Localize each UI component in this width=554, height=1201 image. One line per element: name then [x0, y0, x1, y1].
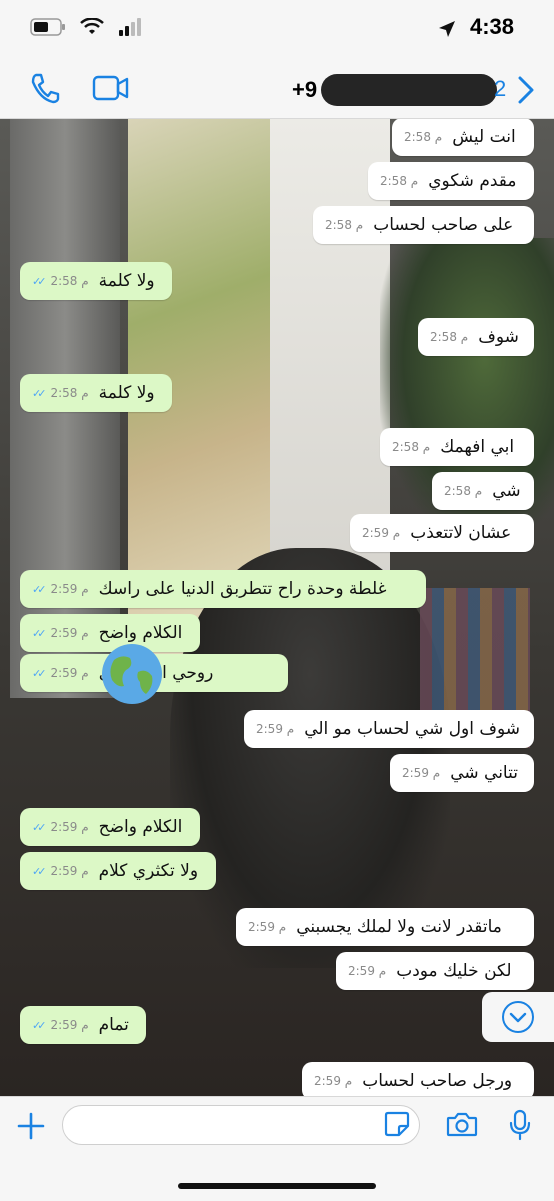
message-text: الكلام واضح	[98, 623, 183, 643]
message-bubble[interactable]: 2:58 م شوف	[418, 318, 534, 356]
message-time: 2:59 م	[314, 1074, 353, 1088]
message-time: 2:58 م	[444, 484, 483, 498]
message-time: 2:58 م	[404, 130, 443, 144]
message-time: 2:58 م	[380, 174, 419, 188]
message-bubble[interactable]: 2:58 م انت ليش	[392, 118, 534, 156]
battery-icon	[30, 18, 65, 36]
message-text: ورجل صاحب لحساب	[362, 1071, 513, 1091]
read-ticks-icon: ✓✓	[32, 864, 47, 878]
message-text: على صاحب لحساب	[373, 215, 514, 235]
status-bar: 4:38	[0, 0, 554, 60]
message-time: 2:59 م	[402, 766, 441, 780]
message-text: انت ليش	[452, 127, 516, 147]
message-time: ✓✓ 2:59 م	[32, 1018, 89, 1032]
chevron-down-circle-icon	[502, 1001, 534, 1033]
globe-icon	[102, 644, 162, 704]
message-text: ولا تكثري كلام	[98, 861, 199, 881]
message-bubble[interactable]: 2:58 م ابي افهمك	[380, 428, 534, 466]
read-ticks-icon: ✓✓	[32, 1018, 47, 1032]
message-time: 2:59 م	[362, 526, 401, 540]
message-bubble[interactable]: 2:59 م شوف اول شي لحساب مو الي	[244, 710, 534, 748]
message-bubble[interactable]: ✓✓ 2:59 م غلطة وحدة راح تتطربق الدنيا على…	[20, 570, 426, 608]
read-ticks-icon: ✓✓	[32, 386, 47, 400]
message-bubble[interactable]: ✓✓ 2:58 م ولا كلمة	[20, 262, 172, 300]
contact-number-prefix: +9	[292, 77, 318, 102]
message-bubble[interactable]: 2:58 م مقدم شكوي	[368, 162, 534, 200]
message-bubble[interactable]: ✓✓ 2:59 م تمام	[20, 1006, 146, 1044]
message-bubble[interactable]: ✓✓ 2:58 م ولا كلمة	[20, 374, 172, 412]
read-ticks-icon: ✓✓	[32, 626, 47, 640]
message-time: 2:59 م	[248, 920, 287, 934]
message-time: 2:59 م	[256, 722, 295, 736]
plus-icon[interactable]	[16, 1111, 46, 1145]
message-text: ماتقدر لانت ولا لملك يجسبني	[296, 917, 502, 937]
chat-area[interactable]: 2:58 م انت ليش 2:58 م مقدم شكوي 2:58 م ع…	[0, 118, 554, 1096]
message-time: ✓✓ 2:59 م	[32, 626, 89, 640]
sticker-icon[interactable]	[384, 1111, 410, 1141]
message-time: 2:59 م	[348, 964, 387, 978]
message-bubble[interactable]: 2:58 م شي	[432, 472, 534, 510]
message-time: 2:58 م	[430, 330, 469, 344]
message-time: 2:58 م	[392, 440, 431, 454]
read-ticks-icon: ✓✓	[32, 582, 47, 596]
message-time: ✓✓ 2:59 م	[32, 666, 89, 680]
message-bubble[interactable]: 2:59 م تتاني شي	[390, 754, 534, 792]
composer-bar	[0, 1096, 554, 1201]
scroll-to-bottom-button[interactable]	[482, 992, 554, 1042]
message-time: ✓✓ 2:59 م	[32, 582, 89, 596]
read-ticks-icon: ✓✓	[32, 274, 47, 288]
message-bubble[interactable]: 2:59 م لكن خليك مودب	[336, 952, 534, 990]
chevron-right-icon[interactable]	[516, 76, 536, 108]
message-bubble[interactable]: 2:58 م على صاحب لحساب	[313, 206, 534, 244]
mic-icon[interactable]	[508, 1109, 532, 1145]
message-bubble[interactable]: ✓✓ 2:59 م الكلام واضح	[20, 808, 200, 846]
message-text: تتاني شي	[450, 763, 518, 783]
status-icons	[30, 18, 142, 36]
home-indicator	[178, 1183, 376, 1189]
signal-icon	[119, 18, 141, 36]
read-ticks-icon: ✓✓	[32, 666, 47, 680]
camera-icon[interactable]	[446, 1111, 478, 1141]
read-ticks-icon: ✓✓	[32, 820, 47, 834]
message-time: ✓✓ 2:58 م	[32, 274, 89, 288]
redacted-number	[321, 74, 498, 106]
message-text: شي	[492, 481, 521, 501]
message-bubble[interactable]: 2:59 م ورجل صاحب لحساب	[302, 1062, 534, 1096]
unread-count[interactable]: 2	[494, 76, 506, 102]
message-time: ✓✓ 2:58 م	[32, 386, 89, 400]
message-text: ولا كلمة	[98, 271, 155, 291]
message-text: شوف	[478, 327, 519, 347]
chat-header: +9 2	[0, 60, 554, 119]
message-text: ولا كلمة	[98, 383, 155, 403]
message-text: ابي افهمك	[440, 437, 515, 457]
message-text: عشان لاتتعذب	[410, 523, 512, 543]
message-text: لكن خليك مودب	[396, 961, 512, 981]
location-arrow-icon	[439, 21, 455, 37]
message-time: ✓✓ 2:59 م	[32, 820, 89, 834]
message-time: ✓✓ 2:59 م	[32, 864, 89, 878]
message-bubble[interactable]: 2:59 م ماتقدر لانت ولا لملك يجسبني	[236, 908, 534, 946]
phone-icon[interactable]	[30, 72, 60, 108]
status-time: 4:38	[469, 14, 514, 39]
message-text: شوف اول شي لحساب مو الي	[304, 719, 521, 739]
video-call-icon[interactable]	[92, 74, 130, 106]
contact-name[interactable]: +9	[292, 74, 498, 106]
message-time: 2:58 م	[325, 218, 364, 232]
message-text: الكلام واضح	[98, 817, 183, 837]
message-input[interactable]	[62, 1105, 420, 1145]
message-text: مقدم شكوي	[428, 171, 517, 191]
message-bubble[interactable]: ✓✓ 2:59 م ولا تكثري كلام	[20, 852, 216, 890]
message-text: تمام	[98, 1015, 129, 1035]
message-text: غلطة وحدة راح تتطربق الدنيا على راسك	[98, 579, 387, 599]
wifi-icon	[80, 18, 104, 34]
message-bubble[interactable]: 2:59 م عشان لاتتعذب	[350, 514, 534, 552]
